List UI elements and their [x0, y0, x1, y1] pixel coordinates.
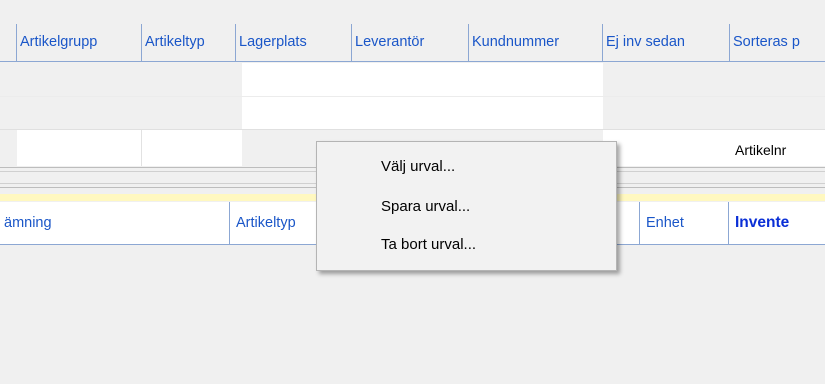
- column-header-enhet[interactable]: Enhet: [640, 202, 729, 244]
- column-header-sorteras-pa[interactable]: Sorteras p: [730, 24, 825, 62]
- grid-cell[interactable]: [142, 130, 242, 166]
- column-header-artikeltyp[interactable]: Artikeltyp: [142, 24, 236, 62]
- sort-value-text: Artikelnr: [735, 142, 787, 158]
- column-header-leverantor[interactable]: Leverantör: [352, 24, 469, 62]
- row-header-corner: [0, 24, 17, 62]
- grid-header: Artikelgrupp Artikeltyp Lagerplats Lever…: [0, 24, 825, 62]
- menu-item-spara-urval[interactable]: Spara urval...: [381, 198, 470, 215]
- column-header-artikelgrupp[interactable]: Artikelgrupp: [17, 24, 142, 62]
- column-header-inventering[interactable]: Invente: [729, 202, 825, 244]
- grid-cell-sort[interactable]: [603, 130, 825, 166]
- row-divider: [0, 96, 825, 97]
- context-menu: Välj urval... Spara urval... Ta bort urv…: [316, 141, 617, 271]
- column-header-benamning[interactable]: ämning: [0, 202, 230, 244]
- menu-item-valj-urval[interactable]: Välj urval...: [381, 158, 455, 175]
- column-header-lagerplats[interactable]: Lagerplats: [236, 24, 352, 62]
- menu-item-ta-bort-urval[interactable]: Ta bort urval...: [381, 236, 476, 253]
- grid-cell[interactable]: [17, 130, 142, 166]
- column-header-kundnummer[interactable]: Kundnummer: [469, 24, 603, 62]
- column-header-ej-inv-sedan[interactable]: Ej inv sedan: [603, 24, 730, 62]
